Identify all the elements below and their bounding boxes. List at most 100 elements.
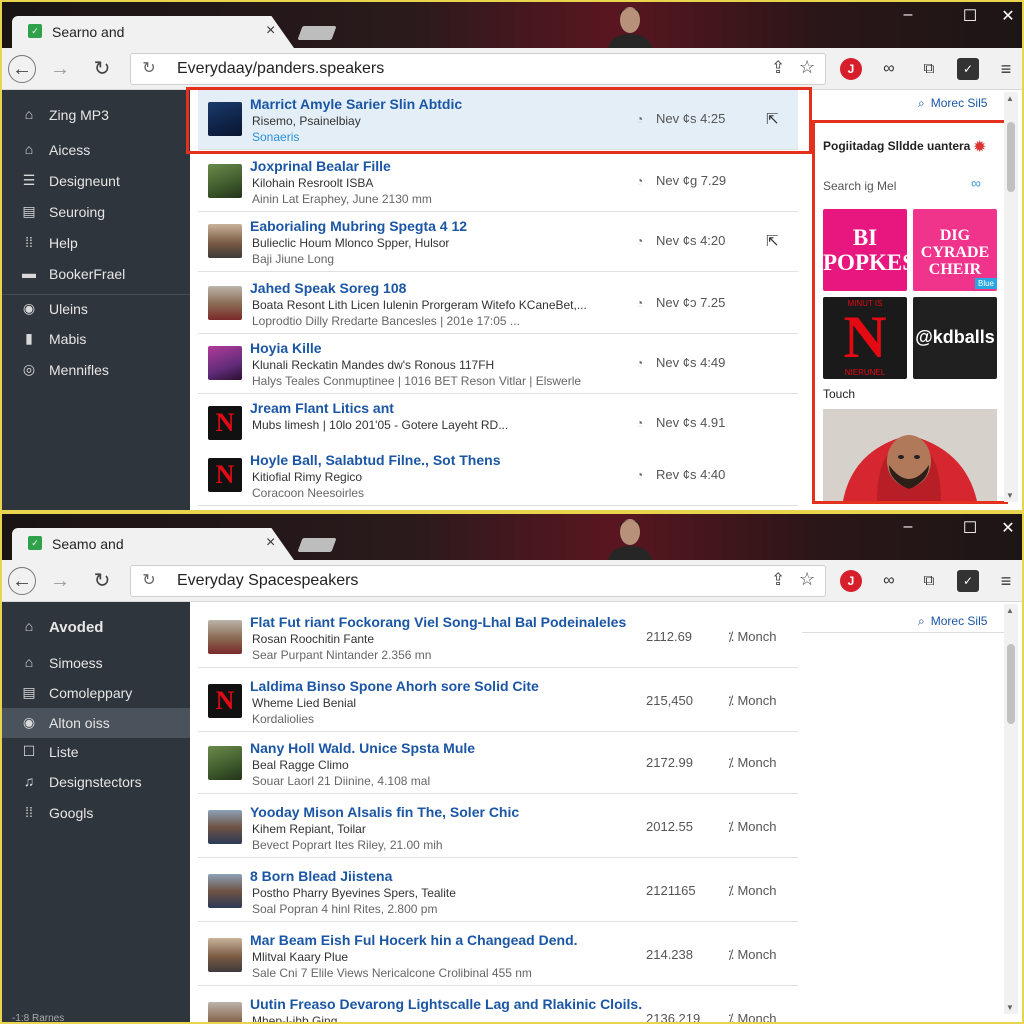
minimize-button[interactable]: – — [896, 6, 920, 24]
row-title[interactable]: 8 Born Blead Jiistena — [250, 868, 392, 884]
scrollbar-thumb[interactable] — [1007, 644, 1015, 724]
extension-check-icon[interactable]: ✓ — [957, 58, 979, 80]
bookmark-star-icon[interactable]: ☆ — [799, 57, 815, 78]
menu-icon[interactable]: ≡ — [995, 58, 1017, 80]
sidebar-item-seuroing[interactable]: ▤ Seuroing — [2, 197, 190, 227]
row-title[interactable]: Yooday Mison Alsalis fin The, Soler Chic — [250, 804, 519, 820]
address-text[interactable]: Everyday Spacespeakers — [177, 572, 358, 590]
sidebar-item-avoded[interactable]: ⌂ Avoded — [2, 612, 190, 642]
tab-close-icon[interactable]: × — [266, 22, 275, 40]
row-title[interactable]: Eaborialing Mubring Spegta 4 12 — [250, 218, 467, 234]
list-item[interactable]: Mar Beam Eish Ful Hocerk hin a Changead … — [198, 926, 798, 986]
list-item[interactable]: N Laldima Binso Spone Ahorh sore Solid C… — [198, 672, 798, 732]
page-info-icon[interactable]: ↻ — [139, 571, 159, 591]
sidebar-item-uleins[interactable]: ◉ Uleins — [2, 294, 190, 324]
list-item[interactable]: N Hoyle Ball, Salabtud Filne., Sot Thens… — [198, 446, 798, 506]
row-title[interactable]: Nany Holl Wald. Unice Spsta Mule — [250, 740, 475, 756]
scrollbar-thumb[interactable] — [1007, 122, 1015, 192]
address-bar[interactable]: ↻ Everydaay/panders.speakers ⇪ ☆ — [130, 53, 826, 85]
minimize-button[interactable]: – — [896, 518, 920, 536]
sidebar-item-aicess[interactable]: ⌂ Aicess — [2, 135, 190, 165]
list-item[interactable]: Yooday Mison Alsalis fin The, Soler Chic… — [198, 798, 798, 858]
extension-link-icon[interactable]: ∞ — [878, 570, 900, 592]
tile-dig-cyrade[interactable]: DIG CYRADE CHEIR Blue — [913, 209, 997, 291]
panel-search[interactable]: Search ig Mel — [823, 179, 896, 193]
sidebar-item-liste[interactable]: ☐ Liste — [2, 737, 190, 767]
address-bar[interactable]: ↻ Everyday Spacespeakers ⇪ ☆ — [130, 565, 826, 597]
sidebar-item-designeunt[interactable]: ☰ Designeunt — [2, 166, 190, 196]
vertical-scrollbar[interactable]: ▲ ▼ — [1004, 604, 1018, 1014]
extension-cast-icon[interactable]: ⧉ — [918, 58, 940, 80]
scroll-down-icon[interactable]: ▼ — [1006, 1003, 1014, 1012]
reload-button[interactable]: ↻ — [88, 55, 116, 83]
menu-icon[interactable]: ≡ — [995, 570, 1017, 592]
list-item[interactable]: Jahed Speak Soreg 108 Boata Resont Lith … — [198, 274, 798, 334]
scroll-up-icon[interactable]: ▲ — [1006, 606, 1014, 615]
settings-icon[interactable]: ✹ — [973, 137, 986, 157]
extension-link-icon[interactable]: ∞ — [878, 58, 900, 80]
sidebar-item-help[interactable]: ⁞⁞ Help — [2, 228, 190, 258]
new-tab-button[interactable] — [297, 26, 337, 40]
more-button[interactable]: ⌕ Morec Sil5 — [918, 614, 987, 629]
row-title[interactable]: Uutin Freaso Devarong Lightscalle Lag an… — [250, 996, 642, 1012]
page-info-icon[interactable]: ↻ — [139, 59, 159, 79]
list-item[interactable]: Flat Fut riant Fockorang Viel Song-Lhal … — [198, 608, 798, 668]
back-button[interactable]: ← — [8, 55, 36, 83]
sidebar-item-googls[interactable]: ⁞⁞ Googls — [2, 798, 190, 828]
address-text[interactable]: Everydaay/panders.speakers — [177, 60, 384, 78]
share-icon[interactable]: ⇪ — [771, 58, 785, 78]
forward-button[interactable]: → — [46, 55, 74, 83]
list-item[interactable]: 8 Born Blead Jiistena Postho Pharry Byev… — [198, 862, 798, 922]
extension-check-icon[interactable]: ✓ — [957, 570, 979, 592]
scroll-up-icon[interactable]: ▲ — [1006, 94, 1014, 103]
browser-tab[interactable]: ✓ Searno and × — [12, 16, 294, 48]
back-button[interactable]: ← — [8, 567, 36, 595]
sidebar-item-zing-mp3[interactable]: ⌂ Zing MP3 — [2, 100, 190, 130]
sidebar-item-alton-oiss[interactable]: ◉ Alton oiss — [2, 708, 190, 738]
tab-close-icon[interactable]: × — [266, 534, 275, 552]
sidebar-item-designstectors[interactable]: ♫ Designstectors — [2, 767, 190, 797]
person-photo[interactable] — [823, 409, 997, 501]
list-item[interactable]: Hoyia Kille Klunali Reckatin Mandes dw's… — [198, 334, 798, 394]
list-item[interactable]: Eaborialing Mubring Spegta 4 12 Buliecli… — [198, 212, 798, 272]
vertical-scrollbar[interactable]: ▲ ▼ — [1004, 92, 1018, 502]
close-window-button[interactable]: ✕ — [996, 6, 1020, 26]
row-title[interactable]: Flat Fut riant Fockorang Viel Song-Lhal … — [250, 614, 626, 630]
row-title[interactable]: Laldima Binso Spone Ahorh sore Solid Cit… — [250, 678, 539, 694]
row-title[interactable]: Hoyia Kille — [250, 340, 322, 356]
list-item[interactable]: Nany Holl Wald. Unice Spsta Mule Beal Ra… — [198, 734, 798, 794]
link-icon[interactable]: ∞ — [971, 175, 981, 191]
tile-kdballs[interactable]: @kdballs — [913, 297, 997, 379]
more-button[interactable]: ⌕ Morec Sil5 — [918, 96, 987, 111]
list-item[interactable]: N Jream Flant Litics ant Mubs limesh | 1… — [198, 394, 798, 454]
row-title[interactable]: Hoyle Ball, Salabtud Filne., Sot Thens — [250, 452, 500, 468]
new-tab-button[interactable] — [297, 538, 337, 552]
close-window-button[interactable]: ✕ — [996, 518, 1020, 538]
share-icon[interactable]: ⇪ — [771, 570, 785, 590]
sidebar-item-bookerfrael[interactable]: ▬ BookerFrael — [2, 259, 190, 289]
browser-tab[interactable]: ✓ Seamo and × — [12, 528, 294, 560]
maximize-button[interactable]: ☐ — [958, 518, 982, 538]
forward-button[interactable]: → — [46, 567, 74, 595]
row-title[interactable]: Mar Beam Eish Ful Hocerk hin a Changead … — [250, 932, 578, 948]
tile-netflix[interactable]: MINUT IS N NIERUNEL — [823, 297, 907, 379]
reload-button[interactable]: ↻ — [88, 567, 116, 595]
list-item[interactable]: Uutin Freaso Devarong Lightscalle Lag an… — [198, 990, 798, 1022]
extension-cast-icon[interactable]: ⧉ — [918, 570, 940, 592]
sidebar-item-comoleppary[interactable]: ▤ Comoleppary — [2, 678, 190, 708]
row-subtitle: Kilohain Resroolt ISBA — [252, 176, 374, 190]
row-title[interactable]: Joxprinal Bealar Fille — [250, 158, 391, 174]
scroll-down-icon[interactable]: ▼ — [1006, 491, 1014, 500]
list-item[interactable]: Joxprinal Bealar Fille Kilohain Resroolt… — [198, 152, 798, 212]
sidebar-item-simoess[interactable]: ⌂ Simoess — [2, 648, 190, 678]
row-title[interactable]: Jahed Speak Soreg 108 — [250, 280, 406, 296]
bookmark-star-icon[interactable]: ☆ — [799, 569, 815, 590]
extension-red-icon[interactable]: J — [840, 58, 862, 80]
tile-bi-popkes[interactable]: BI POPKES — [823, 209, 907, 291]
extension-red-icon[interactable]: J — [840, 570, 862, 592]
sidebar-item-mabis[interactable]: ▮ Mabis — [2, 324, 190, 354]
sidebar-item-mennifles[interactable]: ◎ Mennifles — [2, 355, 190, 385]
row-title[interactable]: Jream Flant Litics ant — [250, 400, 394, 416]
maximize-button[interactable]: ☐ — [958, 6, 982, 26]
thumbnail — [208, 224, 242, 258]
